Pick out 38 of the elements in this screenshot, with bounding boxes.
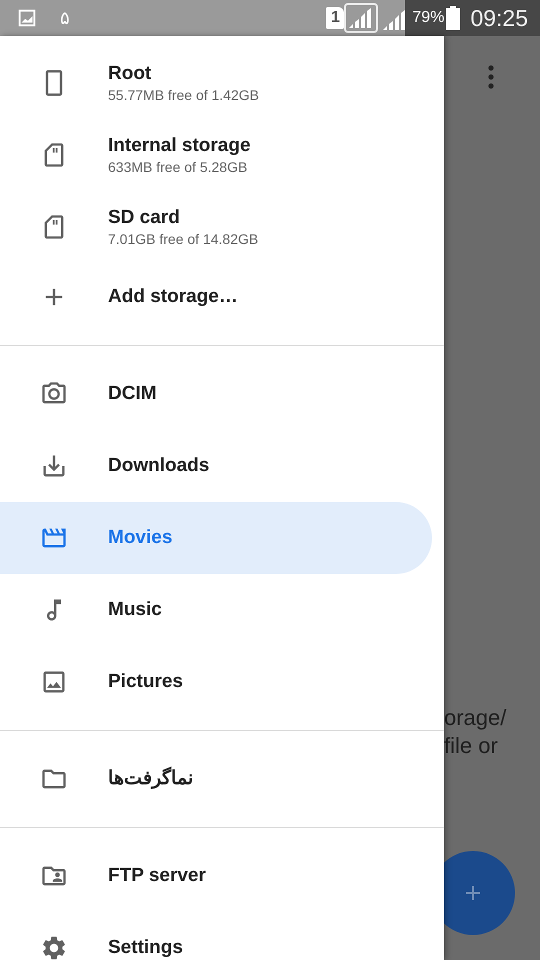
drawer-item[interactable]: نماگرفت‌ها (0, 743, 432, 815)
item-label: Root (108, 62, 152, 86)
item-label: نماگرفت‌ها (108, 767, 193, 791)
item-detail: 7.01GB free of 14.82GB (108, 230, 258, 248)
more-options-icon[interactable] (486, 64, 496, 90)
drawer-item[interactable]: Add storage… (0, 263, 432, 331)
item-label: Downloads (108, 454, 210, 478)
settings-icon (40, 934, 68, 960)
item-label: Settings (108, 936, 183, 960)
drawer-item[interactable]: Root 55.77MB free of 1.42GB (0, 47, 432, 119)
drawer-item[interactable]: Pictures (0, 646, 432, 718)
drawer-item[interactable]: Movies (0, 502, 432, 574)
item-label: Internal storage (108, 134, 251, 158)
item-label: Add storage… (108, 285, 238, 309)
drawer-item[interactable]: Settings (0, 912, 432, 960)
signal-icon (344, 3, 378, 33)
battery-icon (446, 6, 460, 30)
drawer-item[interactable]: DCIM (0, 358, 432, 430)
item-detail: 633MB free of 5.28GB (108, 158, 248, 176)
item-label: FTP server (108, 864, 206, 888)
item-label: Music (108, 598, 162, 622)
drawer-item[interactable]: FTP server (0, 840, 432, 912)
clock-text: 09:25 (470, 4, 528, 33)
drawer-item[interactable]: Music (0, 574, 432, 646)
item-detail: 55.77MB free of 1.42GB (108, 86, 259, 104)
empty-message-text: orage/ (444, 704, 506, 732)
image-icon (16, 7, 38, 29)
item-label: SD card (108, 206, 181, 230)
empty-message-text: file or (444, 732, 499, 760)
item-label: Pictures (108, 670, 183, 694)
drawer-item[interactable]: Downloads (0, 430, 432, 502)
drawer-item[interactable]: SD card 7.01GB free of 14.82GB (0, 191, 432, 263)
drawer-item[interactable]: Internal storage 633MB free of 5.28GB (0, 119, 432, 191)
item-label: DCIM (108, 382, 157, 406)
battery-percent: 79% (412, 8, 444, 28)
notification-text: ۵ (60, 6, 70, 30)
sim-icon: 1 (326, 7, 344, 29)
item-label: Movies (108, 526, 172, 550)
